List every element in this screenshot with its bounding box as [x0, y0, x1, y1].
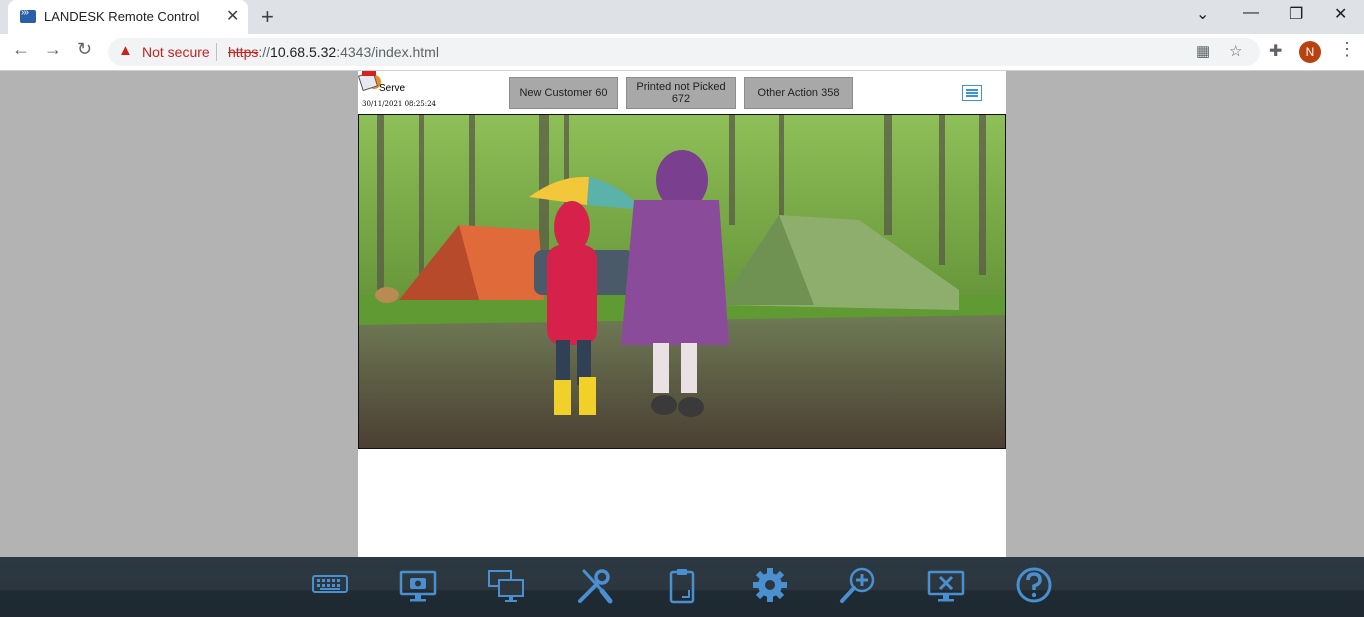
tab-title: LANDESK Remote Control [44, 9, 200, 24]
url-scheme: https [228, 44, 259, 60]
multi-monitor-icon[interactable] [486, 565, 526, 605]
other-action-button[interactable]: Other Action 358 [744, 77, 853, 109]
settings-gear-icon[interactable] [750, 565, 790, 605]
disconnect-icon[interactable] [926, 565, 966, 605]
omnibox-divider [216, 43, 217, 61]
profile-avatar[interactable]: N [1299, 41, 1321, 63]
timestamp: 30/11/2021 08:25:24 [362, 100, 437, 108]
other-action-label: Other Action 358 [757, 87, 840, 99]
warning-icon[interactable]: ▲ [118, 42, 133, 59]
forward-icon[interactable]: → [44, 39, 62, 60]
extensions-icon[interactable]: ✚ [1269, 41, 1282, 61]
printed-not-picked-button[interactable]: Printed not Picked 672 [626, 77, 736, 109]
remote-page: Serve 30/11/2021 08:25:24 New Customer 6… [357, 70, 1006, 557]
url-text[interactable]: https://10.68.5.32:4343/index.html [228, 44, 439, 60]
hero-photo [358, 114, 1006, 449]
help-icon[interactable] [1014, 565, 1054, 605]
remote-control-toolbar [0, 557, 1364, 617]
back-icon[interactable]: ← [12, 39, 30, 60]
url-path: :4343/index.html [336, 44, 439, 60]
qr-code-icon[interactable]: ▦ [1196, 42, 1210, 60]
restore-icon[interactable]: ❐ [1289, 4, 1303, 24]
browser-tab[interactable]: LANDESK Remote Control ✕ [8, 0, 248, 34]
landesk-favicon-icon [20, 7, 36, 23]
menu-kebab-icon[interactable]: ⋮ [1338, 39, 1356, 60]
new-customer-label: New Customer 60 [519, 87, 608, 99]
app-label: Serve [379, 83, 406, 94]
minimize-icon[interactable]: — [1243, 4, 1259, 22]
browser-toolbar: ← → ↻ ▲ Not secure https://10.68.5.32:43… [0, 34, 1364, 71]
tools-icon[interactable] [574, 565, 614, 605]
printed-not-picked-label: Printed not Picked 672 [636, 81, 726, 105]
close-window-icon[interactable]: ✕ [1334, 4, 1347, 24]
tab-search-chevron-icon[interactable]: ⌄ [1196, 4, 1209, 24]
new-tab-icon[interactable]: + [261, 4, 274, 30]
hamburger-menu-icon[interactable] [962, 85, 982, 101]
browser-tab-strip: LANDESK Remote Control ✕ + ⌄ — ❐ ✕ [0, 0, 1364, 34]
address-bar[interactable]: ▲ Not secure https://10.68.5.32:4343/ind… [108, 38, 1260, 66]
url-separator: :// [258, 44, 271, 60]
url-host: 10.68.5.32 [270, 44, 337, 60]
bookmark-star-icon[interactable]: ☆ [1229, 42, 1242, 60]
close-tab-icon[interactable]: ✕ [226, 6, 239, 26]
zoom-in-icon[interactable] [838, 565, 878, 605]
screenshot-icon[interactable] [398, 565, 438, 605]
security-label[interactable]: Not secure [142, 44, 210, 60]
reload-icon[interactable]: ↻ [77, 39, 92, 60]
clipboard-icon[interactable] [662, 565, 702, 605]
new-customer-button[interactable]: New Customer 60 [509, 77, 618, 109]
keyboard-icon[interactable] [310, 565, 350, 605]
